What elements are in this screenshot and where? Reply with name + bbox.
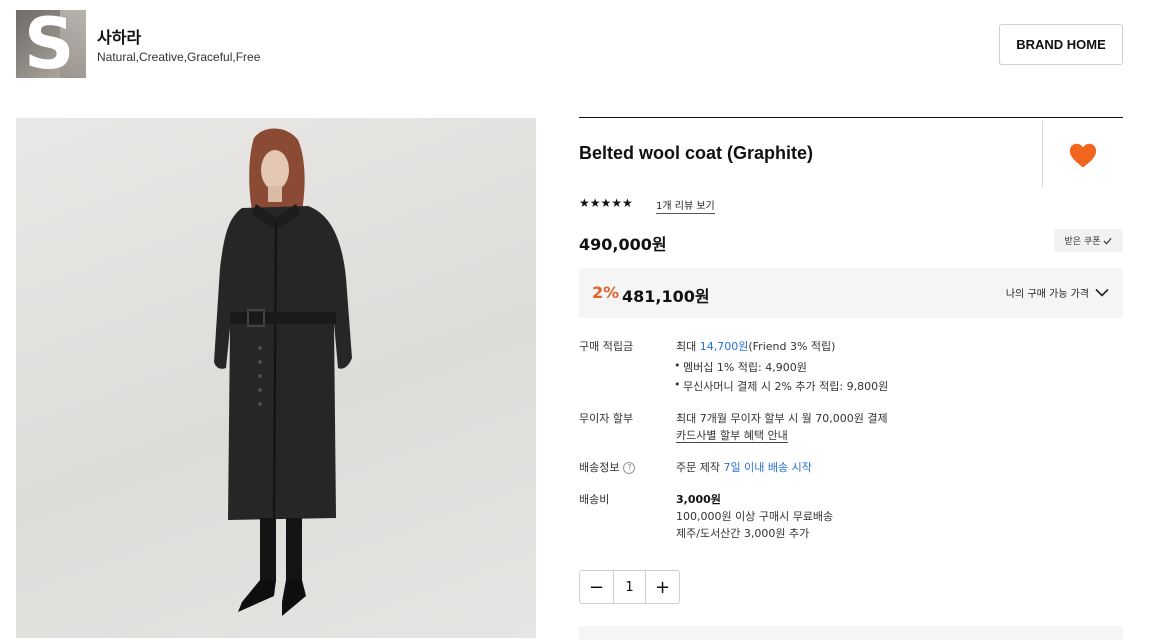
points-suffix: (Friend 3% 적립) bbox=[748, 340, 836, 353]
review-link[interactable]: 1개 리뷰 보기 bbox=[656, 197, 715, 214]
points-summary: 최대 14,700원(Friend 3% 적립) bbox=[676, 338, 835, 354]
product-image[interactable] bbox=[16, 118, 536, 638]
installment-label: 무이자 할부 bbox=[579, 412, 634, 425]
my-price-toggle[interactable]: 나의 구매 가능 가격 bbox=[1006, 285, 1109, 300]
shipping-fee-amount: 3,000원 bbox=[676, 493, 721, 506]
brand-home-button[interactable]: BRAND HOME bbox=[999, 24, 1123, 65]
shipping-info-prefix: 주문 제작 bbox=[676, 461, 724, 474]
quantity-minus-button[interactable]: − bbox=[580, 571, 613, 603]
discount-price: 481,100원 bbox=[622, 287, 710, 306]
shipping-island-line: 제주/도서산간 3,000원 추가 bbox=[676, 527, 810, 540]
product-title: Belted wool coat (Graphite) bbox=[579, 143, 814, 163]
minus-icon: − bbox=[588, 576, 605, 598]
shipping-info-label-wrap: 배송정보? bbox=[579, 459, 636, 475]
model-wearing-coat-illustration bbox=[214, 128, 352, 616]
points-bullet-membership: 멤버십 1% 적립: 4,900원 bbox=[674, 359, 807, 375]
brand-logo-letter: S bbox=[24, 10, 75, 78]
my-price-label: 나의 구매 가능 가격 bbox=[1005, 289, 1089, 300]
product-price: 490,000원 bbox=[579, 235, 667, 254]
coupon-button[interactable]: 받은 쿠폰 bbox=[1054, 229, 1123, 252]
shipping-fee-label: 배송비 bbox=[579, 493, 610, 506]
shipping-free-line: 100,000원 이상 구매시 무료배송 bbox=[676, 510, 834, 523]
points-amount: 14,700원 bbox=[699, 340, 749, 353]
points-prefix: 최대 bbox=[676, 340, 700, 353]
quantity-plus-button[interactable]: + bbox=[646, 571, 679, 603]
quantity-stepper: − 1 + bbox=[579, 570, 680, 604]
shipping-info-text: 주문 제작 7일 이내 배송 시작 bbox=[676, 459, 812, 475]
title-divider bbox=[1042, 121, 1043, 187]
top-divider bbox=[579, 117, 1123, 118]
help-circle-icon[interactable]: ? bbox=[623, 462, 636, 474]
selected-option-panel bbox=[579, 626, 1123, 640]
brand-tagline: Natural,Creative,Graceful,Free bbox=[97, 50, 261, 64]
rating-stars: ★★★★★ bbox=[579, 196, 633, 210]
installment-card-link[interactable]: 카드사별 할부 혜택 안내 bbox=[676, 429, 788, 443]
discount-box: 2% 481,100원 나의 구매 가능 가격 bbox=[579, 268, 1123, 318]
discount-rate: 2% bbox=[592, 283, 620, 302]
points-bullet-money: 무신사머니 결제 시 2% 추가 적립: 9,800원 bbox=[674, 378, 888, 394]
brand-logo[interactable]: S bbox=[16, 10, 86, 78]
points-label: 구매 적립금 bbox=[579, 340, 634, 353]
check-icon bbox=[1103, 237, 1113, 245]
heart-icon bbox=[1069, 143, 1097, 168]
quantity-value[interactable]: 1 bbox=[613, 571, 646, 603]
chevron-down-icon bbox=[1095, 288, 1109, 297]
installment-link-wrap: 카드사별 할부 혜택 안내 bbox=[676, 427, 788, 443]
coupon-label: 받은 쿠폰 bbox=[1064, 237, 1101, 247]
plus-icon: + bbox=[654, 576, 671, 598]
like-button[interactable] bbox=[1068, 141, 1098, 169]
shipping-info-label: 배송정보 bbox=[579, 461, 620, 474]
installment-text: 최대 7개월 무이자 할부 시 월 70,000원 결제 bbox=[676, 412, 888, 425]
brand-name[interactable]: 사하라 bbox=[97, 24, 141, 48]
shipping-info-highlight: 7일 이내 배송 시작 bbox=[723, 461, 812, 474]
